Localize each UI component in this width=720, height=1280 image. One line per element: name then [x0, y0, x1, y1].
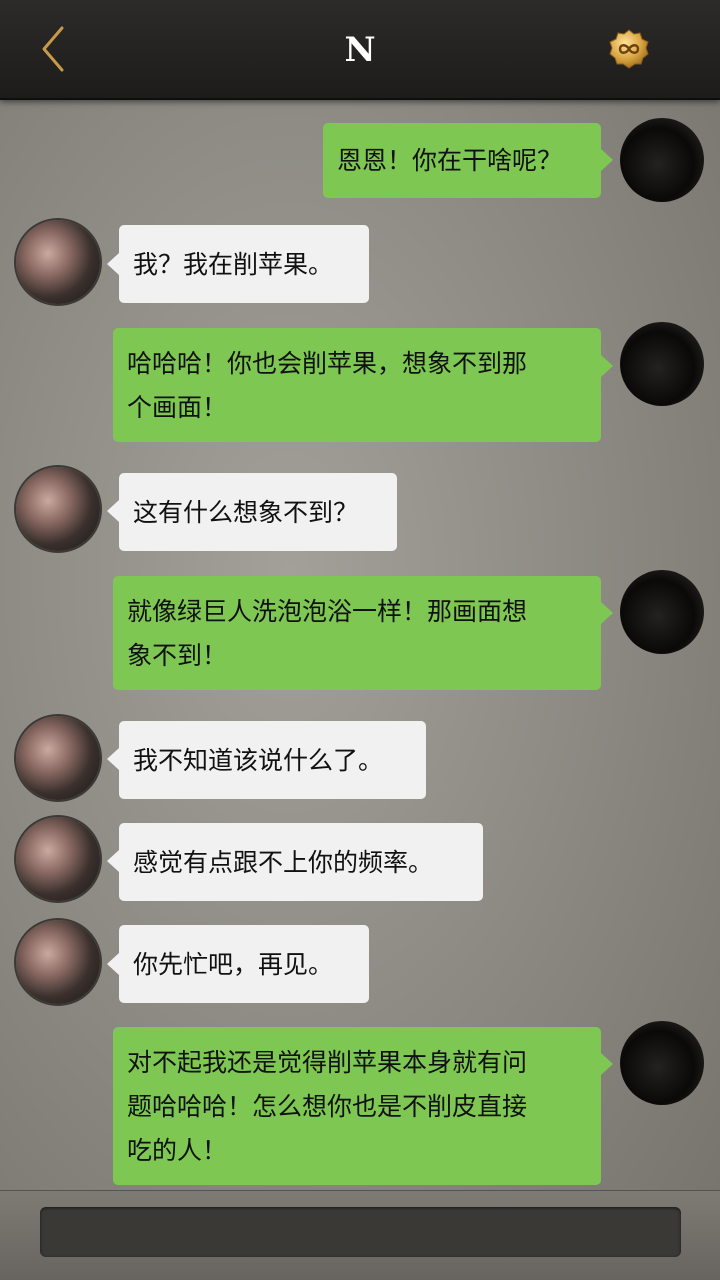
bubble-tail: [107, 748, 119, 770]
outgoing-message-bubble[interactable]: 就像绿巨人洗泡泡浴一样！那画面想 象不到！: [113, 576, 601, 690]
message-line: 题哈哈哈！怎么想你也是不削皮直接: [127, 1092, 528, 1121]
message-line: 象不到！: [127, 641, 228, 670]
message-line: 恩恩！你在干啥呢？: [337, 146, 563, 175]
incoming-message-bubble[interactable]: 感觉有点跟不上你的频率。: [119, 823, 483, 901]
my-avatar[interactable]: [620, 118, 704, 202]
top-navigation-bar: N: [0, 0, 720, 100]
message-line: 这有什么想象不到？: [133, 498, 359, 527]
incoming-message-bubble[interactable]: 我？我在削苹果。: [119, 225, 369, 303]
message-line: 感觉有点跟不上你的频率。: [133, 848, 434, 877]
message-line: 对不起我还是觉得削苹果本身就有问: [127, 1048, 528, 1077]
infinity-badge-icon: [609, 29, 649, 69]
contact-avatar[interactable]: [16, 220, 100, 304]
message-line: 你先忙吧，再见。: [133, 950, 334, 979]
bubble-tail: [601, 149, 613, 171]
incoming-message-bubble[interactable]: 这有什么想象不到？: [119, 473, 397, 551]
message-line: 就像绿巨人洗泡泡浴一样！那画面想: [127, 597, 528, 626]
message-line: 我？我在削苹果。: [133, 250, 334, 279]
contact-avatar[interactable]: [16, 920, 100, 1004]
message-line: 我不知道该说什么了。: [133, 746, 384, 775]
my-avatar[interactable]: [620, 570, 704, 654]
contact-avatar[interactable]: [16, 817, 100, 901]
message-line: 个画面！: [127, 393, 228, 422]
message-line: 吃的人！: [127, 1136, 228, 1165]
contact-avatar[interactable]: [16, 467, 100, 551]
bubble-tail: [601, 1053, 613, 1075]
my-avatar[interactable]: [620, 322, 704, 406]
outgoing-message-bubble[interactable]: 哈哈哈！你也会削苹果，想象不到那 个画面！: [113, 328, 601, 442]
message-line: 哈哈哈！你也会削苹果，想象不到那: [127, 349, 528, 378]
outgoing-message-bubble[interactable]: 对不起我还是觉得削苹果本身就有问 题哈哈哈！怎么想你也是不削皮直接 吃的人！: [113, 1027, 601, 1185]
contact-avatar[interactable]: [16, 716, 100, 800]
bubble-tail: [107, 953, 119, 975]
bubble-tail: [107, 850, 119, 872]
incoming-message-bubble[interactable]: 我不知道该说什么了。: [119, 721, 426, 799]
infinity-badge-button[interactable]: [608, 28, 650, 70]
bubble-tail: [107, 253, 119, 275]
message-input[interactable]: [40, 1207, 681, 1257]
my-avatar[interactable]: [620, 1021, 704, 1105]
bubble-tail: [601, 355, 613, 377]
bubble-tail: [601, 602, 613, 624]
outgoing-message-bubble[interactable]: 恩恩！你在干啥呢？: [323, 123, 601, 198]
incoming-message-bubble[interactable]: 你先忙吧，再见。: [119, 925, 369, 1003]
bubble-tail: [107, 500, 119, 522]
